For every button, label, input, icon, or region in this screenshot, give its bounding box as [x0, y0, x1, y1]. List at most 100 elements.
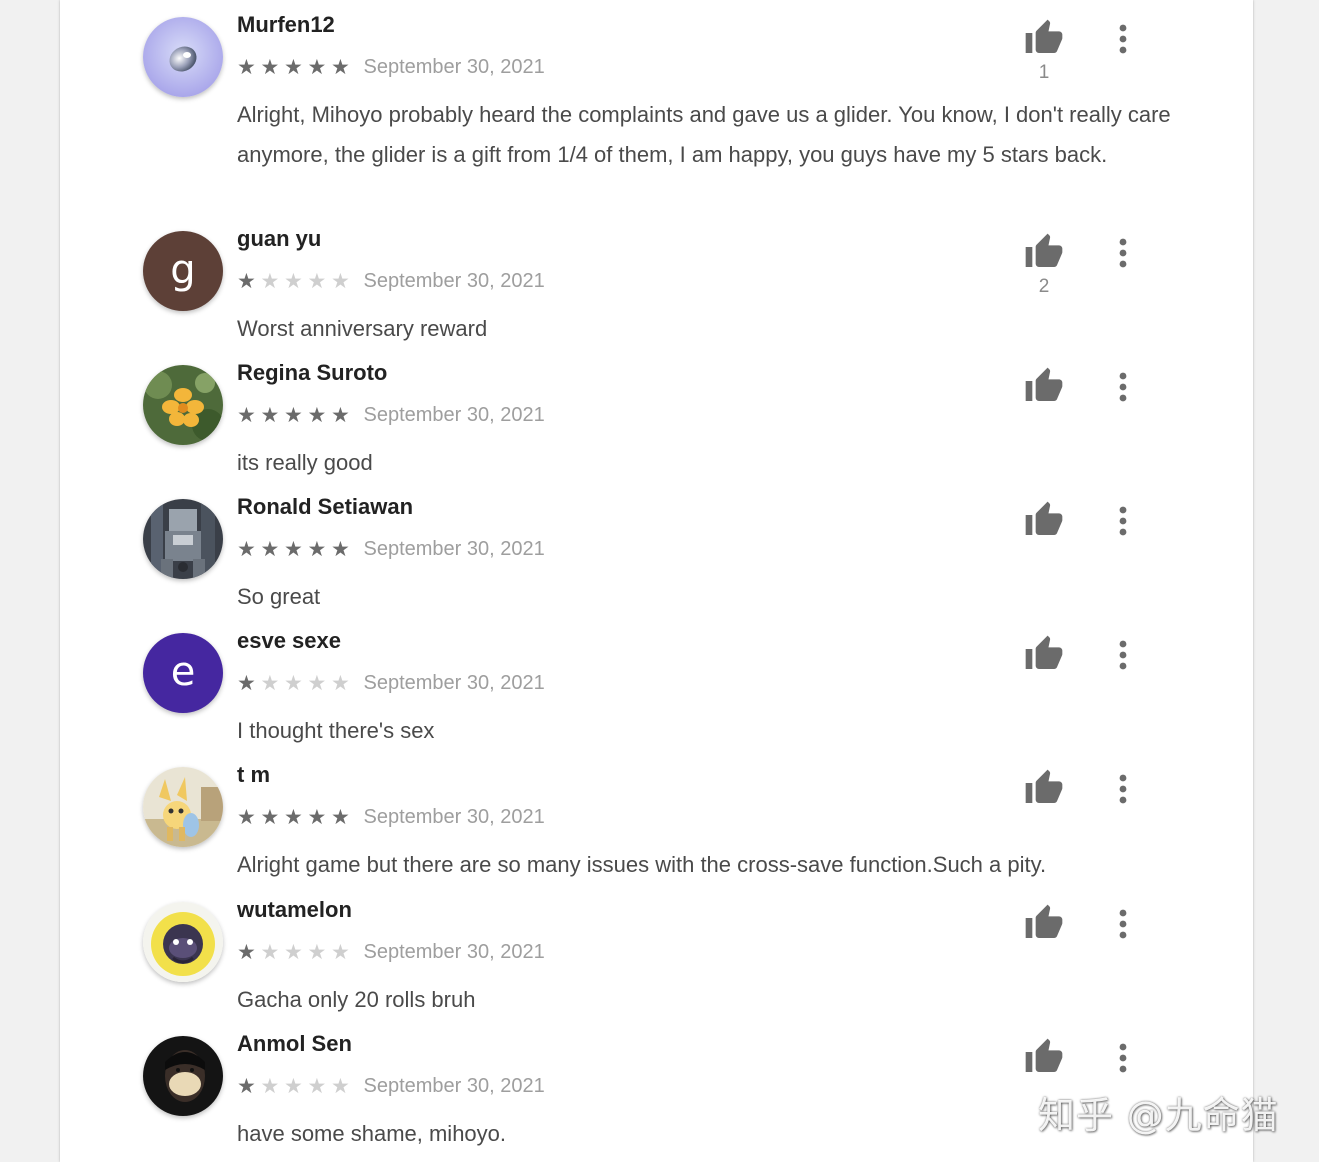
review-date: September 30, 2021 — [363, 403, 545, 426]
more-vertical-icon[interactable] — [1110, 772, 1136, 806]
star-rating: ★ ★ ★ ★ ★ — [237, 803, 355, 831]
star-icon: ★ — [237, 55, 256, 79]
watermark: 知乎 @九命猫 — [1038, 1094, 1279, 1137]
review-author: Anmol Sen — [237, 1031, 352, 1056]
review-text: So great — [237, 584, 321, 609]
star-icon: ★ — [284, 537, 303, 561]
star-icon: ★ — [331, 1074, 350, 1098]
avatar-letter: g — [170, 247, 196, 293]
star-icon: ★ — [307, 403, 327, 427]
review-author: Regina Suroto — [237, 360, 388, 385]
star-icon: ★ — [307, 1074, 327, 1098]
thumbs-up-icon[interactable] — [1024, 634, 1064, 674]
review-author: guan yu — [237, 226, 322, 251]
review-meta: ★ ★ ★ ★ ★ September 30, 2021 — [237, 803, 545, 831]
star-icon: ★ — [331, 403, 350, 427]
review-date: September 30, 2021 — [363, 537, 545, 560]
helpful-count: 2 — [1038, 276, 1050, 297]
thumbs-up-icon[interactable] — [1024, 500, 1064, 540]
review-meta: ★ ★ ★ ★ ★ September 30, 2021 — [237, 938, 545, 966]
review-date: September 30, 2021 — [363, 671, 545, 694]
review-meta: ★ ★ ★ ★ ★ September 30, 2021 — [237, 401, 545, 429]
user-avatar[interactable] — [143, 767, 223, 847]
thumbs-up-icon[interactable] — [1024, 768, 1064, 808]
avatar-letter: e — [170, 649, 196, 695]
star-rating: ★ ★ ★ ★ ★ — [237, 267, 355, 295]
star-icon: ★ — [237, 269, 256, 293]
thumbs-up-icon[interactable] — [1024, 366, 1064, 406]
star-rating: ★ ★ ★ ★ ★ — [237, 669, 355, 697]
user-avatar[interactable]: e — [143, 633, 223, 713]
review-author: t m — [237, 762, 270, 787]
review-author: wutamelon — [237, 897, 352, 922]
review-meta: ★ ★ ★ ★ ★ September 30, 2021 — [237, 267, 545, 295]
review-date: September 30, 2021 — [363, 940, 545, 963]
star-icon: ★ — [307, 537, 327, 561]
review-author: esve sexe — [237, 628, 341, 653]
star-rating: ★ ★ ★ ★ ★ — [237, 938, 355, 966]
user-avatar[interactable] — [143, 902, 223, 982]
star-icon: ★ — [260, 805, 280, 829]
star-icon: ★ — [331, 537, 350, 561]
star-icon: ★ — [237, 940, 256, 964]
more-vertical-icon[interactable] — [1110, 236, 1136, 270]
thumbs-up-icon[interactable] — [1024, 232, 1064, 272]
review-text: Gacha only 20 rolls bruh — [237, 987, 476, 1012]
star-icon: ★ — [260, 940, 280, 964]
helpful-count: 1 — [1038, 62, 1050, 83]
star-icon: ★ — [307, 805, 327, 829]
star-icon: ★ — [260, 403, 280, 427]
star-icon: ★ — [307, 940, 327, 964]
review-text: Worst anniversary reward — [237, 316, 488, 341]
star-icon: ★ — [260, 269, 280, 293]
star-rating: ★ ★ ★ ★ ★ — [237, 401, 355, 429]
review-text: Alright, Mihoyo probably heard the compl… — [237, 102, 1171, 167]
more-vertical-icon[interactable] — [1110, 1041, 1136, 1075]
review-date: September 30, 2021 — [363, 805, 545, 828]
star-icon: ★ — [284, 55, 303, 79]
star-icon: ★ — [237, 537, 256, 561]
review-text: Alright game but there are so many issue… — [237, 852, 1047, 877]
review-meta: ★ ★ ★ ★ ★ September 30, 2021 — [237, 669, 545, 697]
thumbs-up-icon[interactable] — [1024, 1037, 1064, 1077]
more-vertical-icon[interactable] — [1110, 504, 1136, 538]
review-meta: ★ ★ ★ ★ ★ September 30, 2021 — [237, 535, 545, 563]
star-icon: ★ — [284, 403, 303, 427]
user-avatar[interactable] — [143, 499, 223, 579]
review-author: Ronald Setiawan — [237, 494, 414, 519]
thumbs-up-icon[interactable] — [1024, 903, 1064, 943]
star-icon: ★ — [260, 55, 280, 79]
user-avatar[interactable] — [143, 365, 223, 445]
review-text: I thought there's sex — [237, 718, 435, 743]
reviews-card: Murfen12 ★ ★ ★ ★ ★ September 30, 2021 Alrigh… — [60, 0, 1253, 1162]
star-icon: ★ — [237, 671, 256, 695]
more-vertical-icon[interactable] — [1110, 907, 1136, 941]
user-avatar[interactable]: g — [143, 231, 223, 311]
user-avatar[interactable] — [143, 17, 223, 97]
star-icon: ★ — [284, 269, 303, 293]
user-avatar[interactable] — [143, 1036, 223, 1116]
star-icon: ★ — [307, 55, 327, 79]
more-vertical-icon[interactable] — [1110, 638, 1136, 672]
review-text: have some shame, mihoyo. — [237, 1121, 507, 1146]
star-icon: ★ — [237, 1074, 256, 1098]
star-icon: ★ — [307, 671, 327, 695]
star-icon: ★ — [260, 1074, 280, 1098]
review-date: September 30, 2021 — [363, 1074, 545, 1097]
more-vertical-icon[interactable] — [1110, 22, 1136, 56]
star-icon: ★ — [331, 55, 350, 79]
star-icon: ★ — [284, 671, 303, 695]
review-date: September 30, 2021 — [363, 269, 545, 292]
more-vertical-icon[interactable] — [1110, 370, 1136, 404]
star-icon: ★ — [331, 671, 350, 695]
thumbs-up-icon[interactable] — [1024, 18, 1064, 58]
star-icon: ★ — [307, 269, 327, 293]
star-icon: ★ — [237, 805, 256, 829]
review-author: Murfen12 — [237, 12, 335, 37]
star-icon: ★ — [260, 671, 280, 695]
star-icon: ★ — [284, 940, 303, 964]
review-meta: ★ ★ ★ ★ ★ September 30, 2021 — [237, 53, 545, 81]
star-rating: ★ ★ ★ ★ ★ — [237, 535, 355, 563]
star-icon: ★ — [237, 403, 256, 427]
review-text: its really good — [237, 450, 373, 475]
